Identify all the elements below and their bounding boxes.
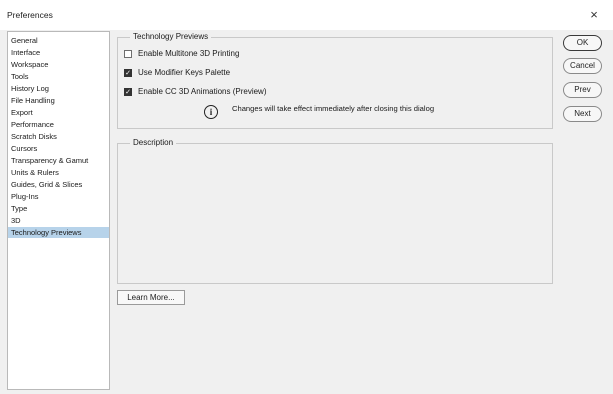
sidebar-item-performance[interactable]: Performance <box>8 119 109 130</box>
close-icon[interactable]: × <box>585 6 603 24</box>
description-group <box>117 143 553 284</box>
sidebar-item-file-handling[interactable]: File Handling <box>8 95 109 106</box>
cc-3d-animations-label: Enable CC 3D Animations (Preview) <box>138 87 267 96</box>
next-button[interactable]: Next <box>563 106 602 122</box>
ok-button[interactable]: OK <box>563 35 602 51</box>
multitone-3d-printing-option[interactable]: Enable Multitone 3D Printing <box>124 49 324 61</box>
sidebar-item-scratch-disks[interactable]: Scratch Disks <box>8 131 109 142</box>
modifier-keys-palette-label: Use Modifier Keys Palette <box>138 68 231 77</box>
modifier-keys-palette-option[interactable]: ✓ Use Modifier Keys Palette <box>124 68 324 80</box>
checkbox-unchecked-icon[interactable] <box>124 50 132 58</box>
sidebar-item-technology-previews[interactable]: Technology Previews <box>8 227 109 238</box>
checkbox-checked-icon[interactable]: ✓ <box>124 69 132 77</box>
prev-button[interactable]: Prev <box>563 82 602 98</box>
sidebar-item-3d[interactable]: 3D <box>8 215 109 226</box>
sidebar-item-history-log[interactable]: History Log <box>8 83 109 94</box>
sidebar-item-transparency-gamut[interactable]: Transparency & Gamut <box>8 155 109 166</box>
info-message: Changes will take effect immediately aft… <box>232 104 435 113</box>
description-legend: Description <box>130 138 177 147</box>
sidebar-item-general[interactable]: General <box>8 35 109 46</box>
cc-3d-animations-option[interactable]: ✓ Enable CC 3D Animations (Preview) <box>124 87 324 99</box>
sidebar-item-export[interactable]: Export <box>8 107 109 118</box>
multitone-3d-printing-label: Enable Multitone 3D Printing <box>138 49 240 58</box>
sidebar-item-workspace[interactable]: Workspace <box>8 59 109 70</box>
checkbox-checked-icon[interactable]: ✓ <box>124 88 132 96</box>
sidebar-item-plug-ins[interactable]: Plug-Ins <box>8 191 109 202</box>
sidebar-item-cursors[interactable]: Cursors <box>8 143 109 154</box>
category-sidebar: General Interface Workspace Tools Histor… <box>7 31 110 390</box>
window-title: Preferences <box>7 10 53 20</box>
sidebar-item-guides-grid-slices[interactable]: Guides, Grid & Slices <box>8 179 109 190</box>
sidebar-item-units-rulers[interactable]: Units & Rulers <box>8 167 109 178</box>
cancel-button[interactable]: Cancel <box>563 58 602 74</box>
sidebar-item-tools[interactable]: Tools <box>8 71 109 82</box>
title-bar: Preferences × <box>0 0 613 30</box>
sidebar-item-interface[interactable]: Interface <box>8 47 109 58</box>
technology-previews-legend: Technology Previews <box>130 32 212 41</box>
info-icon: i <box>204 105 218 119</box>
sidebar-item-type[interactable]: Type <box>8 203 109 214</box>
learn-more-button[interactable]: Learn More... <box>117 290 185 305</box>
